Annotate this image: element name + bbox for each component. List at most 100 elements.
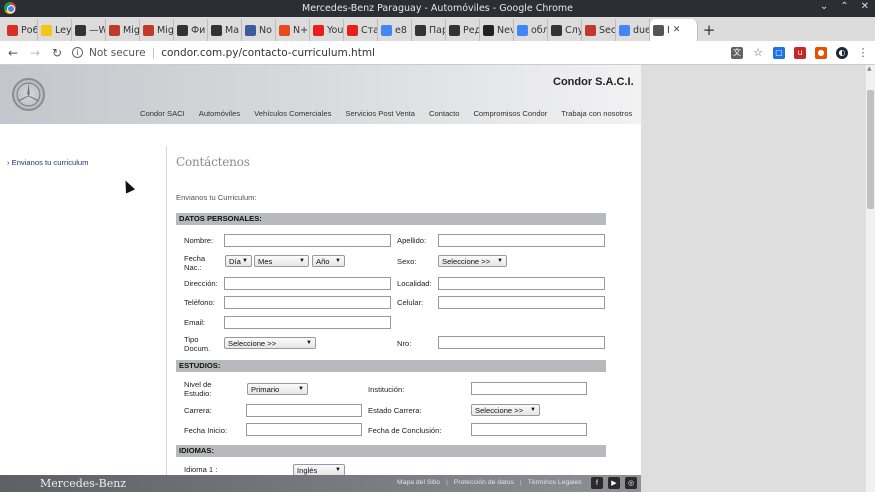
chrome-icon bbox=[4, 2, 16, 14]
tab-label: Mig bbox=[157, 24, 174, 36]
main-navigation: Condor SACI Automóviles Vehículos Comerc… bbox=[140, 109, 632, 118]
omnibox-divider: | bbox=[151, 46, 156, 59]
fecha-conclusion-field[interactable] bbox=[471, 423, 587, 436]
nav-vehiculos-comerciales[interactable]: Vehículos Comerciales bbox=[254, 109, 331, 118]
browser-tab[interactable]: Ley bbox=[38, 19, 72, 41]
sidebar-item-envianos-curriculum[interactable]: › Envianos tu curriculum bbox=[7, 158, 88, 167]
nav-compromisos-condor[interactable]: Compromisos Condor bbox=[473, 109, 547, 118]
m-icon bbox=[483, 24, 494, 36]
institucion-field[interactable] bbox=[471, 382, 587, 395]
localidad-field[interactable] bbox=[438, 277, 605, 290]
sexo-select[interactable]: Seleccione >> ▼ bbox=[438, 255, 507, 267]
browser-tab[interactable]: I ✕ bbox=[650, 19, 698, 41]
instagram-icon[interactable]: ◎ bbox=[625, 477, 637, 489]
browser-tab[interactable]: Ред bbox=[446, 19, 480, 41]
wikipedia-icon bbox=[177, 24, 188, 36]
browser-tab[interactable]: Фи bbox=[174, 19, 208, 41]
direccion-field[interactable] bbox=[224, 277, 391, 290]
browser-tab[interactable]: No bbox=[242, 19, 276, 41]
anio-select[interactable]: Año ▼ bbox=[312, 255, 345, 267]
carrera-field[interactable] bbox=[246, 404, 362, 417]
email-field[interactable] bbox=[224, 316, 391, 329]
tab-label: Seс bbox=[599, 24, 616, 36]
browser-tab[interactable]: Ста bbox=[344, 19, 378, 41]
browser-tab[interactable]: Слу bbox=[548, 19, 582, 41]
mercedes-star-logo[interactable] bbox=[12, 78, 45, 111]
idioma1-label: Idioma 1 : bbox=[184, 465, 218, 474]
restore-icon[interactable]: ⌃ bbox=[840, 1, 848, 12]
dia-select[interactable]: Día ▼ bbox=[225, 255, 252, 267]
extension-blue-icon[interactable]: ▢ bbox=[773, 46, 785, 59]
footer-link-proteccion[interactable]: Protección de datos bbox=[454, 479, 514, 486]
chevron-down-icon: ▼ bbox=[242, 258, 248, 264]
back-button[interactable]: ← bbox=[6, 46, 20, 60]
browser-tab[interactable]: N+ bbox=[276, 19, 310, 41]
nav-condor-saci[interactable]: Condor SACI bbox=[140, 109, 185, 118]
mes-select[interactable]: Mes ▼ bbox=[254, 255, 309, 267]
nav-servicios-post-venta[interactable]: Servicios Post Venta bbox=[345, 109, 415, 118]
wikipedia-icon bbox=[211, 24, 222, 36]
scroll-up-icon[interactable]: ▲ bbox=[867, 65, 872, 72]
migalki-icon bbox=[109, 24, 120, 36]
page-scrollbar[interactable]: ▲ bbox=[865, 65, 875, 492]
localidad-label: Localidad: bbox=[397, 279, 432, 288]
browser-tab[interactable]: —W bbox=[72, 19, 106, 41]
nav-contacto[interactable]: Contacto bbox=[429, 109, 459, 118]
security-status: Not secure bbox=[89, 46, 146, 59]
profile-avatar[interactable]: ◐ bbox=[836, 46, 848, 59]
footer-link-terminos[interactable]: Términos Legales bbox=[528, 479, 582, 486]
menu-kebab-icon[interactable]: ⋮ bbox=[857, 46, 869, 59]
new-tab-button[interactable]: + bbox=[698, 19, 720, 41]
extensions-area: 文 ☆ ▢ u ● ◐ ⋮ bbox=[731, 46, 869, 59]
tipo-docum-select[interactable]: Seleccione >> ▼ bbox=[224, 337, 316, 349]
minimize-icon[interactable]: ⌄ bbox=[820, 1, 828, 12]
telefono-field[interactable] bbox=[224, 296, 391, 309]
nivel-estudio-select[interactable]: Primario ▼ bbox=[247, 383, 308, 395]
celular-label: Celular: bbox=[397, 298, 424, 307]
browser-tab[interactable]: due bbox=[616, 19, 650, 41]
extension-fire-icon[interactable]: ● bbox=[815, 46, 827, 59]
estado-carrera-select[interactable]: Seleccione >> ▼ bbox=[471, 404, 540, 416]
browser-tab[interactable]: Mig bbox=[140, 19, 174, 41]
chevron-down-icon: ▼ bbox=[299, 258, 305, 264]
nro-field[interactable] bbox=[438, 336, 605, 349]
footer-separator: | bbox=[519, 479, 522, 486]
browser-tab[interactable]: Пар bbox=[412, 19, 446, 41]
url-text[interactable]: condor.com.py/contacto-curriculum.html bbox=[161, 47, 375, 59]
facebook-icon[interactable]: f bbox=[591, 477, 603, 489]
nombre-field[interactable] bbox=[224, 234, 391, 247]
browser-tab[interactable]: Ма bbox=[208, 19, 242, 41]
info-icon[interactable]: i bbox=[72, 47, 83, 58]
tab-label: due bbox=[633, 24, 650, 36]
browser-tab[interactable]: Nev bbox=[480, 19, 514, 41]
reload-button[interactable]: ↻ bbox=[50, 46, 64, 60]
ublock-icon[interactable]: u bbox=[794, 46, 806, 59]
browser-tab[interactable]: You bbox=[310, 19, 344, 41]
fecha-inicio-field[interactable] bbox=[246, 423, 362, 436]
forward-button[interactable]: → bbox=[28, 46, 42, 60]
nav-trabaja-con-nosotros[interactable]: Trabaja con nosotros bbox=[561, 109, 632, 118]
footer-link-mapa[interactable]: Mapa del Sitio bbox=[397, 479, 440, 486]
dia-select-value: Día bbox=[229, 256, 241, 266]
address-bar[interactable]: i Not secure | condor.com.py/contacto-cu… bbox=[72, 43, 723, 63]
browser-tab[interactable]: е8 bbox=[378, 19, 412, 41]
scrollbar-thumb[interactable] bbox=[867, 90, 874, 209]
browser-tab[interactable]: Mig bbox=[106, 19, 140, 41]
tab-label: обл bbox=[531, 24, 548, 36]
bookmark-star-icon[interactable]: ☆ bbox=[752, 46, 764, 59]
browser-tab[interactable]: Seс bbox=[582, 19, 616, 41]
wikipedia-icon bbox=[75, 24, 86, 36]
nav-automoviles[interactable]: Automóviles bbox=[199, 109, 240, 118]
close-tab-icon[interactable]: ✕ bbox=[673, 25, 681, 35]
apellido-field[interactable] bbox=[438, 234, 605, 247]
browser-toolbar: ← → ↻ i Not secure | condor.com.py/conta… bbox=[0, 41, 875, 65]
browser-tab[interactable]: обл bbox=[514, 19, 548, 41]
youtube-icon[interactable]: ▶ bbox=[608, 477, 620, 489]
celular-field[interactable] bbox=[438, 296, 605, 309]
nombre-label: Nombre: bbox=[184, 236, 214, 245]
window-titlebar: Mercedes-Benz Paraguay - Automóviles - G… bbox=[0, 0, 875, 17]
close-icon[interactable]: ✕ bbox=[861, 1, 869, 12]
browser-tab[interactable]: Ро6 bbox=[4, 19, 38, 41]
translate-icon[interactable]: 文 bbox=[731, 46, 743, 59]
google-icon bbox=[381, 24, 392, 36]
